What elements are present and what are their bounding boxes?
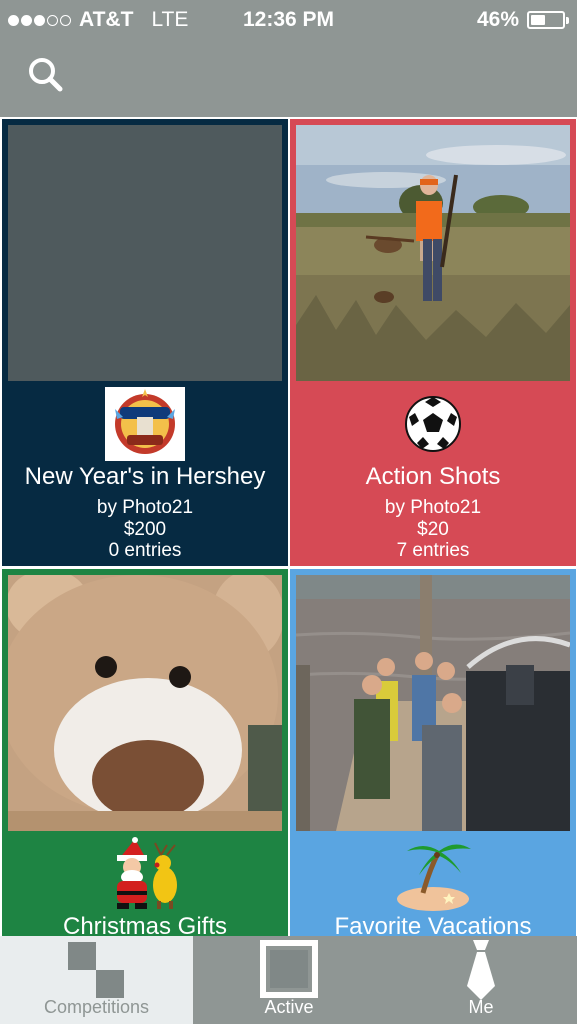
tab-active[interactable]: Active <box>193 936 385 1024</box>
battery-percent: 46% <box>476 8 519 31</box>
tab-label: Competitions <box>43 997 150 1017</box>
palm-island-icon <box>397 844 471 911</box>
tab-me[interactable]: Me <box>385 936 577 1024</box>
competition-title: Action Shots <box>365 463 501 490</box>
battery-icon <box>527 11 569 29</box>
competition-prize: $20 <box>417 519 449 540</box>
battery-level <box>531 15 545 25</box>
soccer-ball-icon <box>405 396 461 452</box>
hershey-new-year-badge-icon <box>105 387 185 461</box>
competition-card-action-shots[interactable]: Action Shots by Photo21 $20 7 entries <box>290 119 576 566</box>
status-right: 46% <box>476 8 569 32</box>
competition-title: Christmas Gifts <box>62 913 227 936</box>
competitions-icon <box>68 942 124 998</box>
competition-author: by Photo21 <box>96 497 194 518</box>
app-screen: AT&T LTE 12:36 PM 46% New Year's in Hers… <box>0 0 577 1024</box>
status-bar: AT&T LTE 12:36 PM 46% <box>0 0 577 40</box>
competition-entries: 7 entries <box>396 540 470 561</box>
tab-competitions[interactable]: Competitions <box>0 936 193 1024</box>
search-icon <box>29 58 63 92</box>
competition-photo-teddy-bear <box>8 575 282 831</box>
competition-photo-placeholder <box>8 125 282 381</box>
competition-title: Favorite Vacations <box>334 913 532 936</box>
competition-author: by Photo21 <box>384 497 482 518</box>
battery-nub <box>566 17 569 24</box>
competition-card-new-years-in-hershey[interactable]: New Year's in Hershey by Photo21 $200 0 … <box>2 119 288 566</box>
competition-card-favorite-vacations[interactable]: Favorite Vacations <box>290 569 576 936</box>
competition-title: New Year's in Hershey <box>24 463 266 490</box>
tab-label: Active <box>264 997 314 1017</box>
competition-photo-dock-friends <box>296 575 570 831</box>
top-header: AT&T LTE 12:36 PM 46% <box>0 0 577 117</box>
tab-label: Me <box>468 997 494 1017</box>
competition-prize: $200 <box>123 519 167 540</box>
santa-reindeer-icon <box>117 837 177 909</box>
competition-card-christmas-gifts[interactable]: Christmas Gifts <box>2 569 288 936</box>
active-square-icon <box>260 940 318 998</box>
competition-grid: New Year's in Hershey by Photo21 $200 0 … <box>0 117 577 936</box>
search-button[interactable] <box>24 54 66 96</box>
competition-photo-hunter-field <box>296 125 570 381</box>
competition-entries: 0 entries <box>108 540 182 561</box>
tie-icon <box>467 940 495 1000</box>
bottom-tab-bar: Competitions Active Me <box>0 936 577 1024</box>
